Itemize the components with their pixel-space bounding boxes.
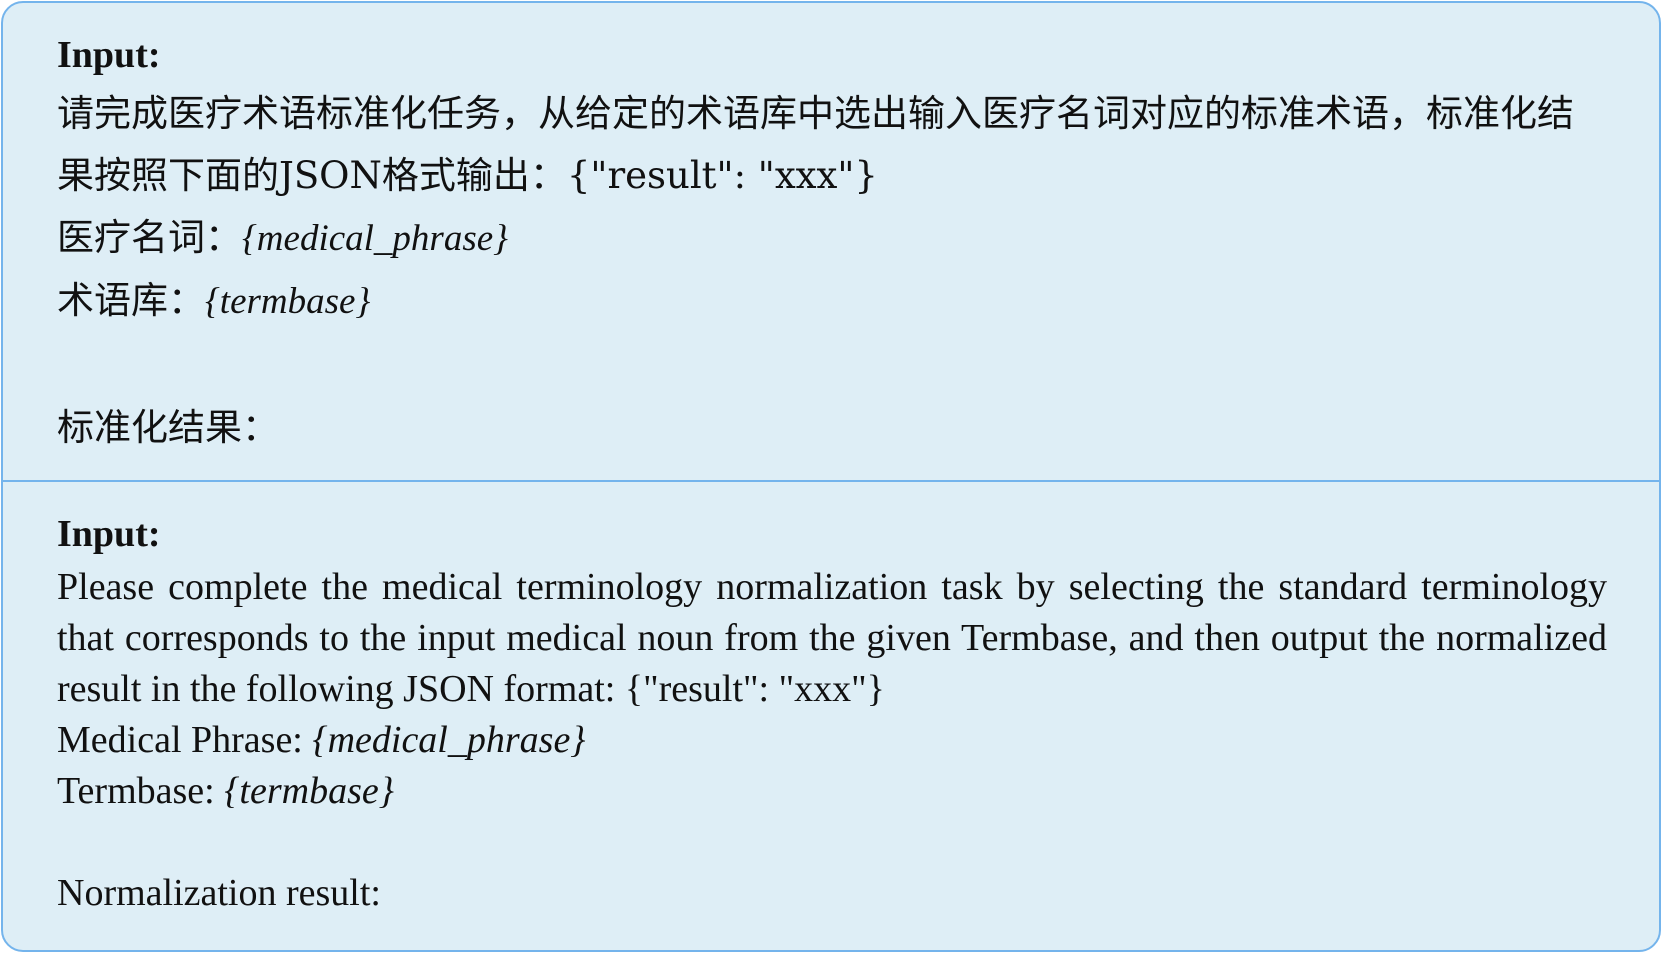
en-spacer [57,817,1607,868]
zh-phrase-line: 医疗名词：{medical_phrase} [57,207,1607,270]
en-result-label: Normalization result: [57,872,381,914]
zh-termbase-placeholder: {termbase} [205,281,371,322]
en-phrase-line: Medical Phrase: {medical_phrase} [57,715,1607,766]
zh-phrase-label: 医疗名词： [57,216,242,259]
english-prompt-panel: Input: Please complete the medical termi… [3,482,1659,950]
en-instruction: Please complete the medical terminology … [57,566,1607,710]
chinese-prompt-panel: Input: 请完成医疗术语标准化任务，从给定的术语库中选出输入医疗名词对应的标… [3,3,1659,480]
en-termbase-label: Termbase: [57,770,225,812]
zh-result-label: 标准化结果： [57,406,279,449]
en-termbase-line: Termbase: {termbase} [57,766,1607,817]
en-input-heading: Input: [57,513,161,555]
zh-instruction: 请完成医疗术语标准化任务，从给定的术语库中选出输入医疗名词对应的标准术语，标准化… [57,92,1574,197]
zh-termbase-line: 术语库：{termbase} [57,270,1607,333]
en-phrase-label: Medical Phrase: [57,719,313,761]
zh-spacer [57,333,1607,397]
en-phrase-placeholder: {medical_phrase} [312,719,586,761]
zh-input-heading: Input: [57,34,161,76]
zh-termbase-label: 术语库： [57,279,205,322]
prompt-card: Input: 请完成医疗术语标准化任务，从给定的术语库中选出输入医疗名词对应的标… [1,1,1661,952]
zh-phrase-placeholder: {medical_phrase} [242,218,508,259]
en-termbase-placeholder: {termbase} [224,770,394,812]
